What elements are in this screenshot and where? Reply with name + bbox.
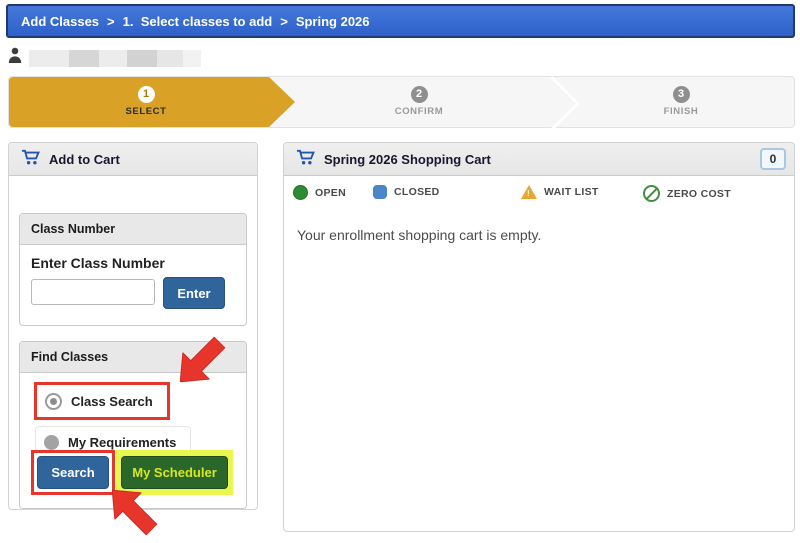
search-button[interactable]: Search [37,456,109,489]
stepper-step-confirm: 2 CONFIRM [359,84,479,117]
step-label: SELECT [125,106,167,117]
legend-label: ZERO COST [667,187,731,200]
cart-icon [296,149,315,169]
radio-label: Class Search [71,393,153,409]
legend-open: OPEN [293,185,346,200]
radio-selected-icon[interactable] [45,392,62,410]
stepper-step-finish: 3 FINISH [621,84,741,117]
breadcrumb-step: 1. Select classes to add [122,13,273,29]
zero-cost-status-icon [643,185,660,202]
add-to-cart-panel: Add to Cart Class Number Enter Class Num… [8,142,258,510]
open-status-icon [293,185,308,200]
redacted-user-name [29,49,201,67]
person-icon [8,47,22,69]
breadcrumb-add-classes: Add Classes [21,13,100,29]
enrollment-stepper: 1 SELECT 2 CONFIRM 3 FINISH [8,75,795,132]
waitlist-status-icon: ! [521,185,537,199]
panel-title: Add to Cart [49,151,120,167]
class-number-header: Class Number [20,214,246,245]
legend-label: CLOSED [394,186,440,198]
add-to-cart-header: Add to Cart [9,143,257,176]
breadcrumb-separator: > [280,13,288,29]
annotation-box-search: Search [31,450,115,495]
legend-wait-list: ! WAIT LIST [521,185,599,199]
closed-status-icon [373,185,387,199]
stepper-step-select: 1 SELECT [86,84,206,117]
shopping-cart-panel: Spring 2026 Shopping Cart 0 OPEN CLOSED … [283,142,795,532]
class-search-option[interactable]: Class Search [37,385,167,417]
empty-cart-message: Your enrollment shopping cart is empty. [297,227,542,243]
legend-label: WAIT LIST [544,186,599,198]
cart-icon [21,149,40,169]
my-scheduler-button[interactable]: My Scheduler [121,456,228,489]
legend-zero-cost: ZERO COST [643,185,731,202]
step-separator-chevron [524,75,581,132]
class-number-input[interactable] [31,279,155,305]
radio-label: My Requirements [68,434,177,450]
waitlist-exclamation: ! [527,189,530,198]
breadcrumb-term: Spring 2026 [295,13,370,29]
step-number: 1 [137,86,155,103]
step-label: FINISH [663,106,699,117]
page-title-bar: Add Classes > 1. Select classes to add >… [6,4,795,38]
user-row [8,47,201,69]
step-number: 2 [410,86,428,103]
legend-label: OPEN [315,186,346,199]
enter-button[interactable]: Enter [163,277,225,309]
enter-class-number-label: Enter Class Number [31,255,165,271]
legend-closed: CLOSED [373,185,440,199]
radio-unselected-icon[interactable] [44,434,59,450]
cart-count-badge: 0 [760,148,786,170]
breadcrumb-separator: > [107,13,115,29]
step-number: 3 [672,86,690,103]
panel-title: Spring 2026 Shopping Cart [324,151,491,167]
class-number-box: Class Number Enter Class Number Enter [19,213,247,326]
step-label: CONFIRM [394,106,444,117]
annotation-box-class-search: Class Search [34,382,170,420]
shopping-cart-header: Spring 2026 Shopping Cart 0 [284,143,794,176]
